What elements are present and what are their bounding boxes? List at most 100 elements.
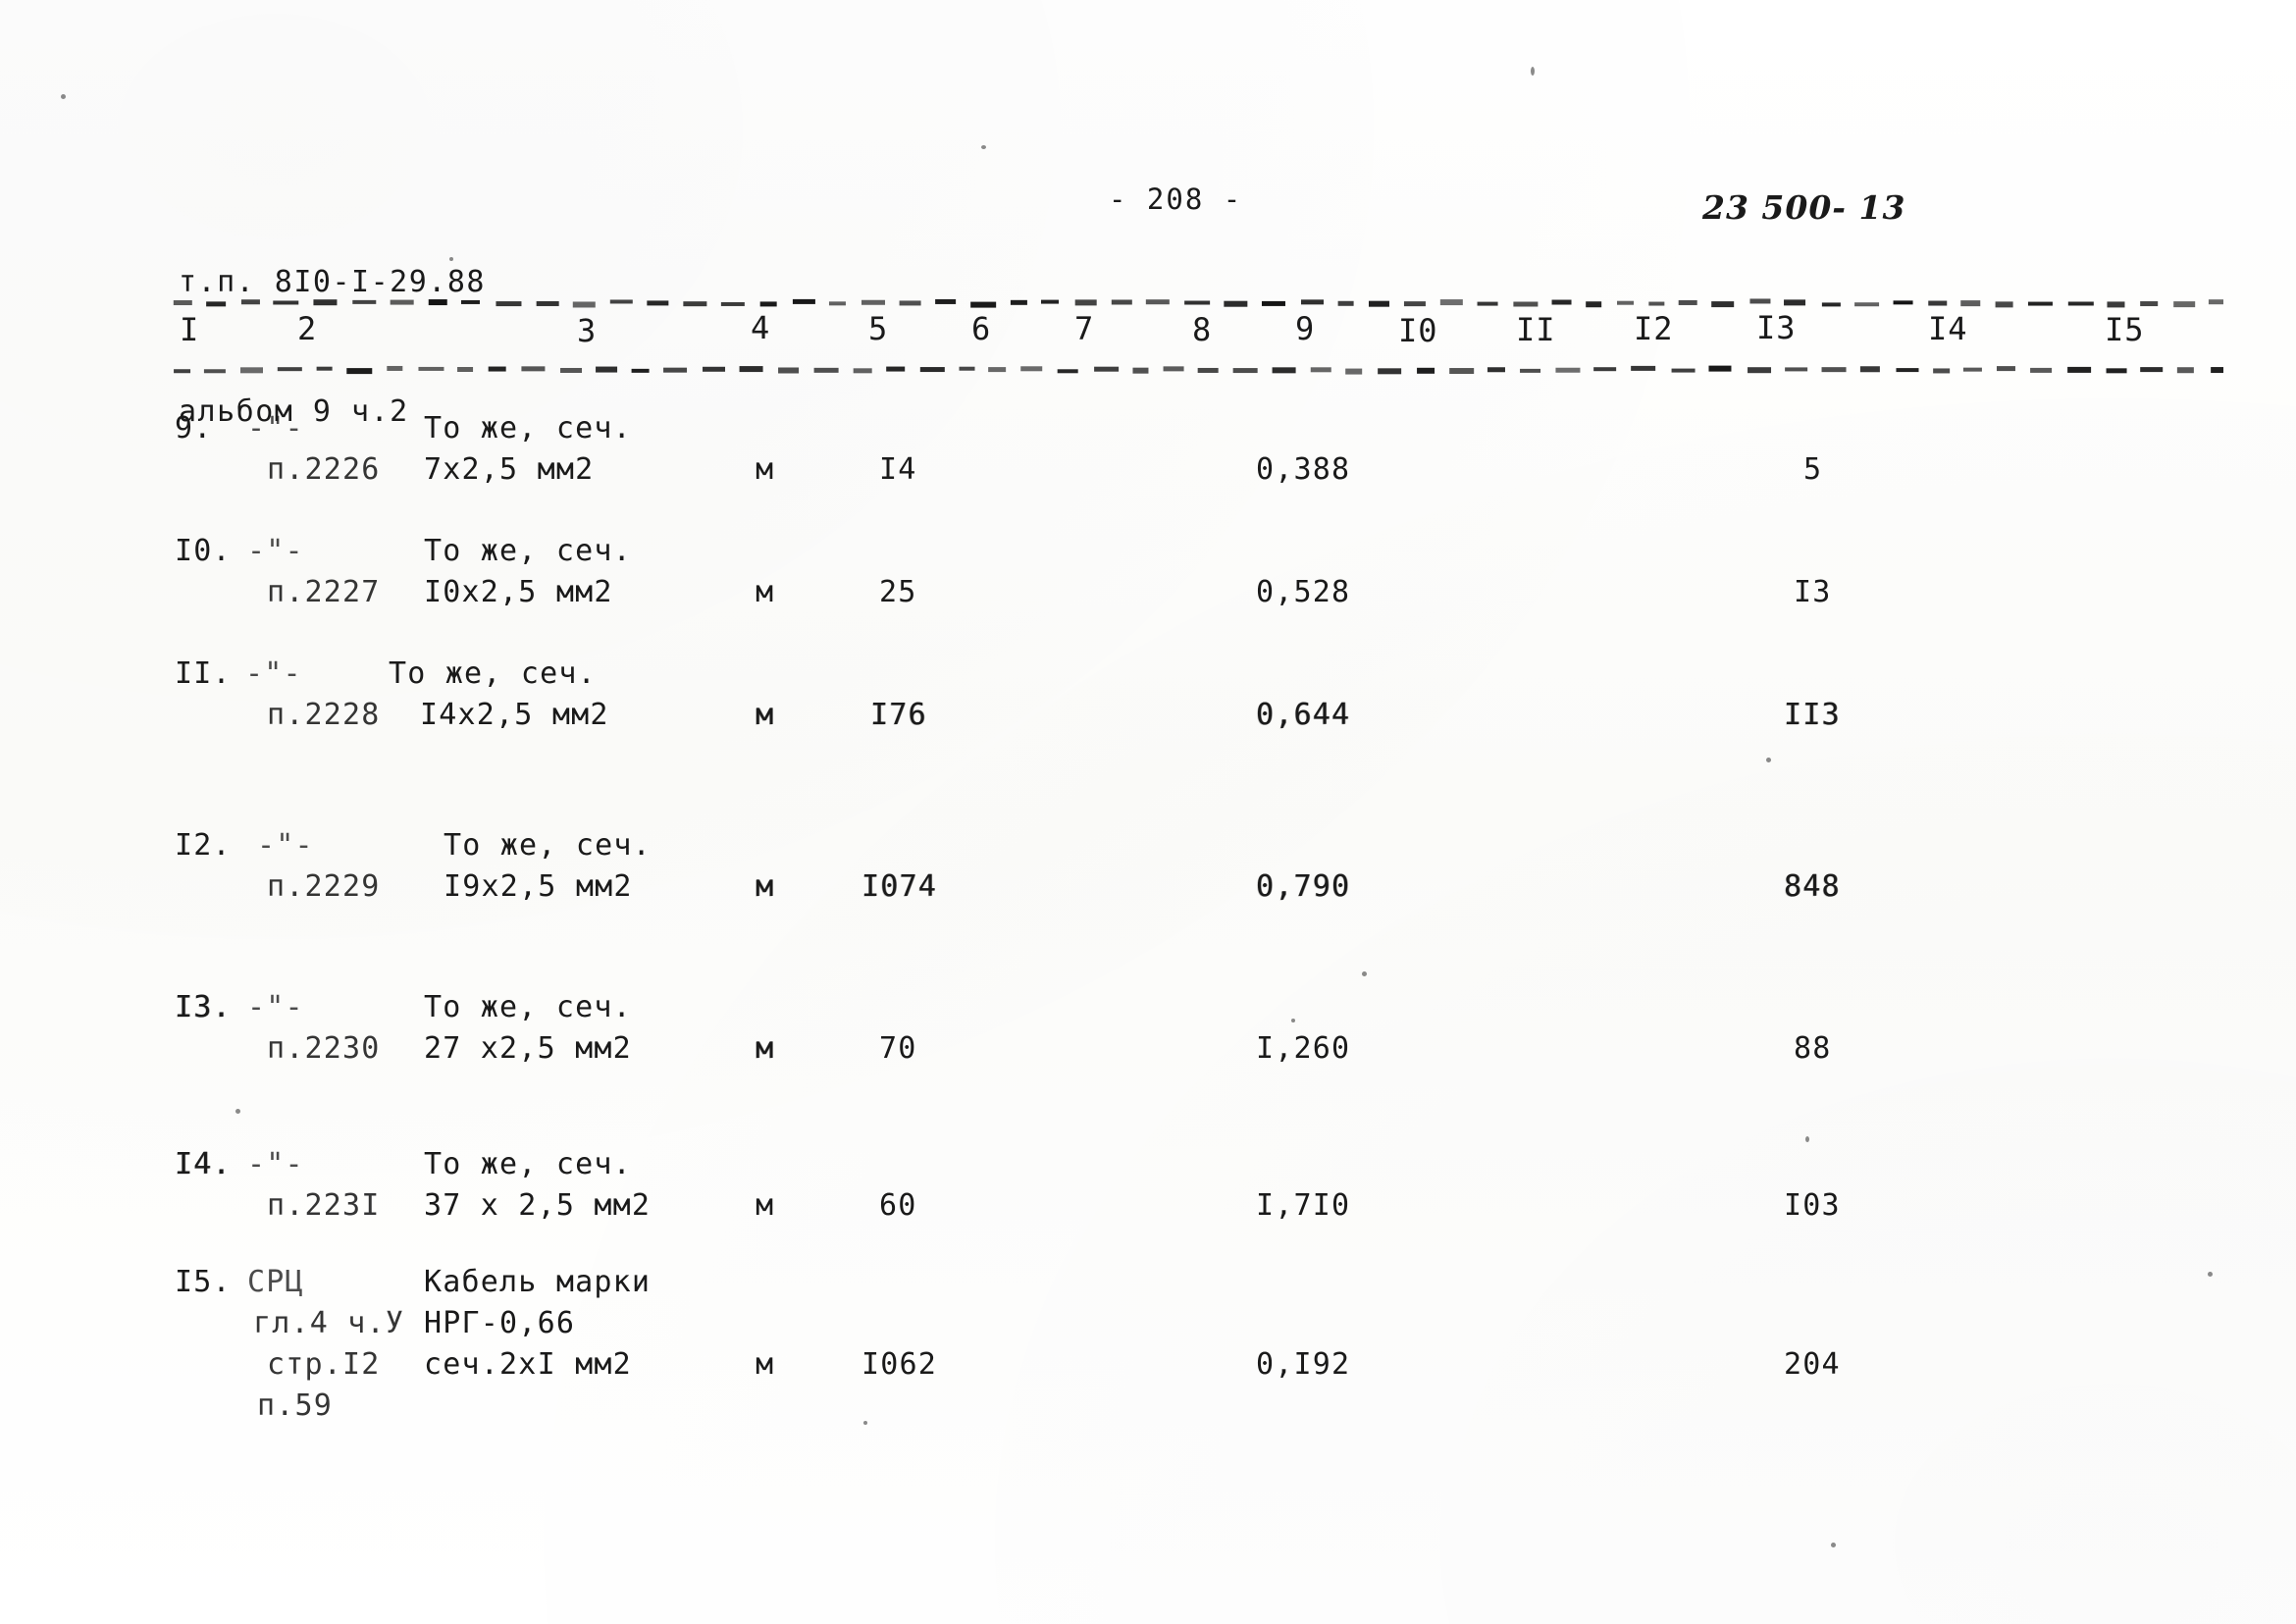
rule-dash bbox=[1301, 299, 1324, 304]
row-reference-line-2: гл.4 ч.У bbox=[253, 1302, 404, 1345]
row-description-line-2: I9х2,5 мм2 bbox=[444, 865, 633, 909]
row-mass: 0,388 bbox=[1256, 448, 1350, 492]
rule-dash bbox=[1184, 300, 1210, 304]
rule-dash bbox=[1617, 300, 1634, 304]
rule-dash bbox=[886, 367, 905, 372]
table-column-header: I 2 3 4 5 6 7 8 9 I0 II I2 I3 I4 I5 bbox=[0, 310, 2296, 359]
row-description-line-1: То же, сеч. bbox=[424, 986, 632, 1029]
rule-dash bbox=[521, 366, 545, 371]
rule-dash bbox=[1711, 301, 1734, 307]
rule-dash bbox=[1112, 299, 1132, 304]
rule-dash bbox=[1672, 368, 1696, 372]
rule-dash bbox=[352, 299, 376, 303]
rule-dash bbox=[703, 367, 725, 372]
row-unit: м bbox=[756, 571, 774, 614]
row-description-line-2: I0х2,5 мм2 bbox=[424, 571, 613, 614]
rule-dash bbox=[1555, 368, 1580, 373]
rule-dash bbox=[1487, 367, 1505, 372]
row-quantity: I062 bbox=[861, 1343, 937, 1387]
rule-dash bbox=[489, 367, 506, 372]
row-number: 9. bbox=[175, 407, 213, 450]
rule-dash bbox=[2030, 368, 2052, 373]
rule-dash bbox=[418, 366, 444, 370]
rule-dash bbox=[2173, 301, 2195, 307]
row-mass: I,7I0 bbox=[1256, 1184, 1350, 1228]
row-reference-item: п.2227 bbox=[267, 571, 381, 614]
row-mass: I,260 bbox=[1256, 1027, 1350, 1071]
rule-dash bbox=[1041, 299, 1059, 303]
rule-dash bbox=[2140, 367, 2163, 372]
rule-dash bbox=[632, 368, 650, 372]
rule-dash bbox=[1513, 301, 1538, 306]
rule-dash bbox=[854, 368, 872, 373]
row-number: I3. bbox=[175, 986, 232, 1029]
rule-dash bbox=[988, 367, 1006, 372]
rule-dash bbox=[1996, 301, 2013, 307]
rule-dash bbox=[960, 366, 975, 370]
rule-dash bbox=[1586, 301, 1601, 307]
rule-dash bbox=[1679, 300, 1697, 305]
rule-dash bbox=[683, 301, 706, 306]
table-rule-top bbox=[173, 294, 2223, 310]
rule-dash bbox=[1748, 367, 1771, 373]
rule-dash bbox=[537, 301, 559, 306]
rule-dash bbox=[1378, 368, 1401, 374]
rule-dash bbox=[1164, 366, 1184, 371]
row-reference-mark: -"- bbox=[245, 653, 302, 696]
rule-dash bbox=[1273, 367, 1296, 373]
row-description-line-2: I4х2,5 мм2 bbox=[420, 694, 609, 737]
row-total: 848 bbox=[1784, 865, 1841, 909]
column-number-11: II bbox=[1516, 311, 1556, 348]
column-number-4: 4 bbox=[751, 309, 770, 346]
rule-dash bbox=[391, 300, 414, 305]
column-number-2: 2 bbox=[297, 310, 317, 347]
rule-dash bbox=[1094, 367, 1119, 372]
row-quantity: 70 bbox=[879, 1027, 917, 1071]
row-unit: м bbox=[756, 694, 774, 737]
rule-dash bbox=[1440, 299, 1463, 305]
sheet-code: 23 500- 13 bbox=[1702, 188, 1905, 227]
row-description-line-1: То же, сеч. bbox=[424, 407, 632, 450]
rule-dash bbox=[1417, 367, 1435, 373]
rule-dash bbox=[1860, 366, 1880, 372]
rule-dash bbox=[1631, 366, 1655, 371]
rule-dash bbox=[1552, 300, 1572, 305]
row-mass: 0,I92 bbox=[1256, 1343, 1350, 1387]
scan-speck bbox=[981, 145, 986, 149]
row-reference-line-4: п.59 bbox=[257, 1385, 333, 1428]
rule-dash bbox=[1822, 302, 1841, 306]
rule-dash bbox=[1708, 365, 1731, 371]
row-total: I03 bbox=[1784, 1184, 1841, 1228]
row-reference-item: п.2229 bbox=[267, 865, 381, 909]
table-row: II. -"- п.2228 То же, сеч. I4х2,5 мм2 м I76 0,6… bbox=[0, 653, 2296, 849]
row-number: I5. bbox=[175, 1261, 232, 1304]
rule-dash bbox=[1785, 367, 1807, 371]
table-row: I5. СРЦ гл.4 ч.У стр.I2 п.59 Кабель марки НРГ-… bbox=[0, 1261, 2296, 1457]
rule-dash bbox=[1928, 301, 1947, 306]
column-number-13: I3 bbox=[1756, 309, 1797, 346]
row-total: 5 bbox=[1803, 448, 1822, 492]
row-reference-mark: -"- bbox=[257, 824, 314, 867]
row-description-line-2: НРГ-0,66 bbox=[424, 1302, 575, 1345]
rule-dash bbox=[647, 300, 668, 305]
row-description-line-1: То же, сеч. bbox=[424, 530, 632, 573]
row-quantity: I074 bbox=[861, 865, 937, 909]
rule-dash bbox=[1311, 367, 1331, 372]
rule-dash bbox=[461, 299, 480, 303]
rule-dash bbox=[317, 366, 333, 370]
rule-dash bbox=[1963, 367, 1982, 371]
row-number: II. bbox=[175, 653, 232, 696]
rule-dash bbox=[573, 301, 596, 307]
rule-dash bbox=[610, 299, 633, 303]
rule-dash bbox=[1997, 366, 2015, 371]
column-number-9: 9 bbox=[1295, 310, 1315, 347]
rule-dash bbox=[174, 369, 190, 373]
rule-dash bbox=[814, 368, 839, 373]
rule-dash bbox=[1058, 369, 1078, 373]
rule-dash bbox=[2068, 301, 2094, 305]
column-number-12: I2 bbox=[1634, 310, 1674, 347]
row-unit: м bbox=[756, 1027, 774, 1071]
row-description-line-2: 27 х2,5 мм2 bbox=[424, 1027, 632, 1071]
column-number-1: I bbox=[180, 311, 199, 348]
rule-dash bbox=[1854, 302, 1879, 306]
